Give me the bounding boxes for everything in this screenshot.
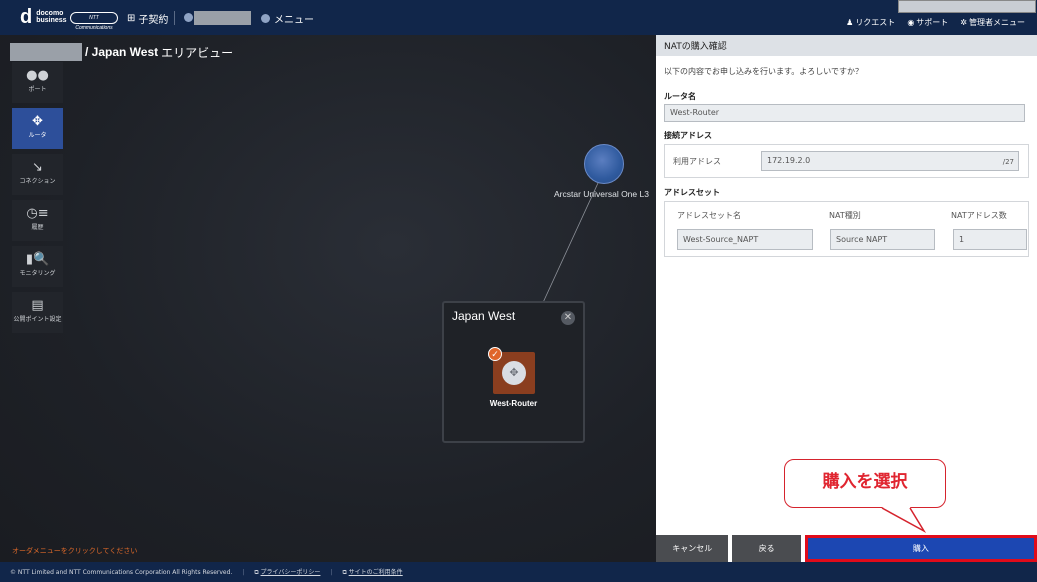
- help-icon: ◉: [907, 18, 915, 27]
- connect-address-label: 接続アドレス: [664, 131, 712, 140]
- purchase-button[interactable]: 購入: [804, 535, 1037, 562]
- arcstar-node-label: Arcstar Universal One L3: [554, 189, 649, 199]
- address-set-label: アドレスセット: [664, 188, 720, 197]
- close-icon[interactable]: ✕: [561, 311, 575, 325]
- terms-link[interactable]: ⧉ サイトのご利用条件: [342, 567, 402, 577]
- address-set-group: アドレスセット名 NAT種別 NATアドレス数 West-Source_NAPT…: [664, 201, 1029, 257]
- request-link[interactable]: ♟ リクエスト: [846, 17, 895, 28]
- use-address-label: 利用アドレス: [673, 157, 721, 166]
- privacy-link[interactable]: ⧉ プライバシーポリシー: [254, 567, 320, 577]
- router-arrows-icon: ✥: [502, 361, 526, 385]
- address-set-name-field: West-Source_NAPT: [677, 229, 813, 250]
- panel-actions: キャンセル 戻る 購入: [656, 535, 1037, 562]
- back-button[interactable]: 戻る: [732, 535, 801, 562]
- use-address-value: 172.19.2.0: [767, 156, 811, 165]
- connect-address-group: 利用アドレス 172.19.2.0 /27: [664, 144, 1029, 178]
- japan-west-area-box[interactable]: Japan West ✕ ✥ ✓ West-Router: [442, 301, 585, 443]
- check-icon: ✓: [488, 347, 502, 361]
- use-address-field: 172.19.2.0 /27: [761, 151, 1019, 171]
- panel-title: NATの購入確認: [656, 35, 1037, 56]
- gear-icon: ✲: [960, 18, 967, 27]
- footer: © NTT Limited and NTT Communications Cor…: [0, 562, 1037, 582]
- header-links: ♟ リクエスト ◉ サポート ✲ 管理者メニュー: [846, 17, 1025, 28]
- nat-type-field: Source NAPT: [830, 229, 935, 250]
- router-node-label: West-Router: [489, 399, 538, 408]
- nat-count-field: 1: [953, 229, 1027, 250]
- router-name-field: West-Router: [664, 104, 1025, 122]
- col-address-set-name: アドレスセット名: [677, 211, 741, 220]
- prefix-length: /27: [1002, 158, 1014, 166]
- router-name-label: ルータ名: [664, 92, 696, 101]
- order-hint: オーダメニューをクリックしてください: [12, 547, 138, 555]
- masked-user-box: [898, 0, 1036, 13]
- col-nat-count: NATアドレス数: [951, 211, 1007, 220]
- admin-menu-link[interactable]: ✲ 管理者メニュー: [960, 17, 1025, 28]
- area-box-title: Japan West: [452, 309, 516, 323]
- bell-icon: ♟: [846, 18, 854, 27]
- col-nat-type: NAT種別: [829, 211, 861, 220]
- connection-line: [511, 169, 605, 371]
- confirm-message: 以下の内容でお申し込みを行います。よろしいですか？: [664, 67, 863, 76]
- copyright-text: © NTT Limited and NTT Communications Cor…: [10, 568, 233, 576]
- callout-pointer: [881, 507, 927, 534]
- cancel-button[interactable]: キャンセル: [656, 535, 729, 562]
- support-link[interactable]: ◉ サポート: [907, 17, 948, 28]
- arcstar-globe-icon[interactable]: [584, 144, 624, 184]
